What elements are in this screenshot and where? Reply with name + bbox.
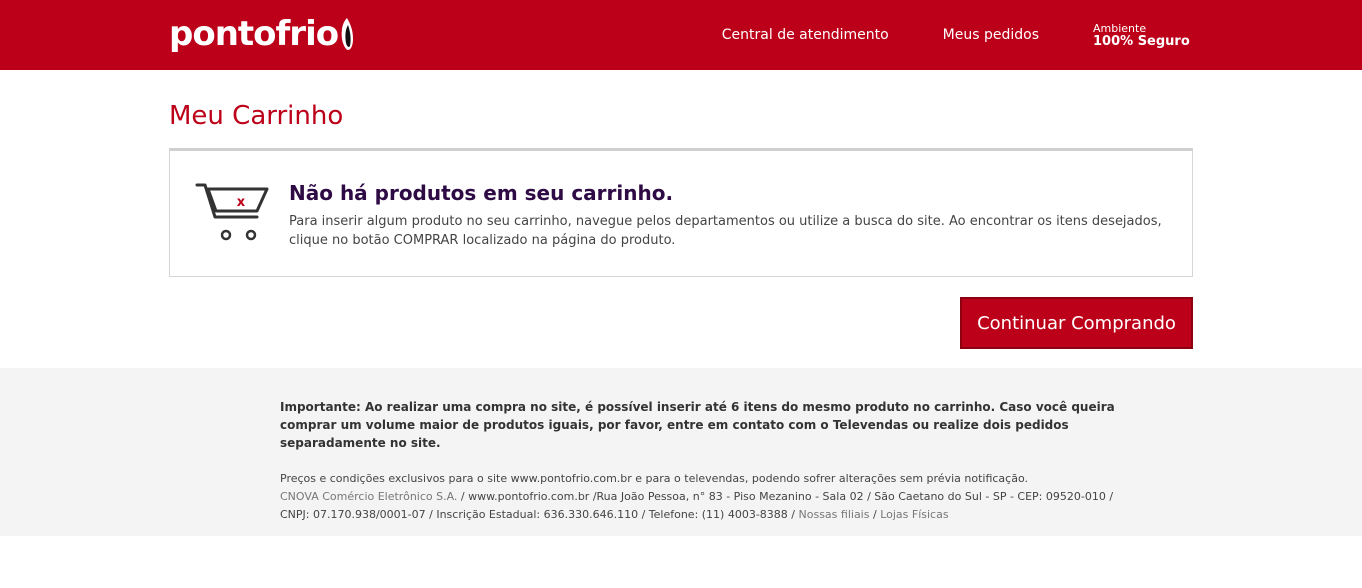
empty-cart-box: x Não há produtos em seu carrinho. Para … [169,148,1193,277]
cart-actions: Continuar Comprando [169,277,1193,349]
customer-service-link[interactable]: Central de atendimento [722,27,889,43]
footer-inner: Importante: Ao realizar uma compra no si… [280,398,1120,524]
secure-line2: 100% Seguro [1093,33,1190,49]
secure-badge: Ambiente 100% Seguro [1093,23,1193,48]
page-title: Meu Carrinho [169,101,344,131]
logo[interactable]: pontofrio [169,14,354,54]
important-note: Importante: Ao realizar uma compra no si… [280,400,1115,450]
legal-text: Preços e condições exclusivos para o sit… [280,470,1120,524]
physical-stores-link[interactable]: Lojas Físicas [880,508,948,521]
company-name: CNOVA Comércio Eletrônico S.A. [280,490,458,503]
continue-shopping-button[interactable]: Continuar Comprando [960,297,1193,349]
empty-cart-heading: Não há produtos em seu carrinho. [289,181,674,205]
my-orders-link[interactable]: Meus pedidos [943,27,1039,43]
main-content: Meu Carrinho x Não há produtos em seu ca… [169,100,1193,349]
footer-separator: / [869,508,881,521]
top-nav: Central de atendimento Meus pedidos Ambi… [722,0,1193,70]
logo-text: pontofrio [169,14,339,54]
prices-note: Preços e condições exclusivos para o sit… [280,472,1028,485]
penguin-logo-icon [341,18,354,50]
empty-cart-icon: x [195,183,269,241]
empty-cart-text: Para inserir algum produto no seu carrin… [289,214,1162,248]
secure-line1: Ambiente [1093,21,1147,35]
header: pontofrio Central de atendimento Meus pe… [0,0,1362,70]
footer: Importante: Ao realizar uma compra no si… [0,368,1362,536]
header-inner: pontofrio Central de atendimento Meus pe… [169,0,1193,70]
cart-x-mark: x [237,195,246,210]
branches-link[interactable]: Nossas filiais [799,508,870,521]
